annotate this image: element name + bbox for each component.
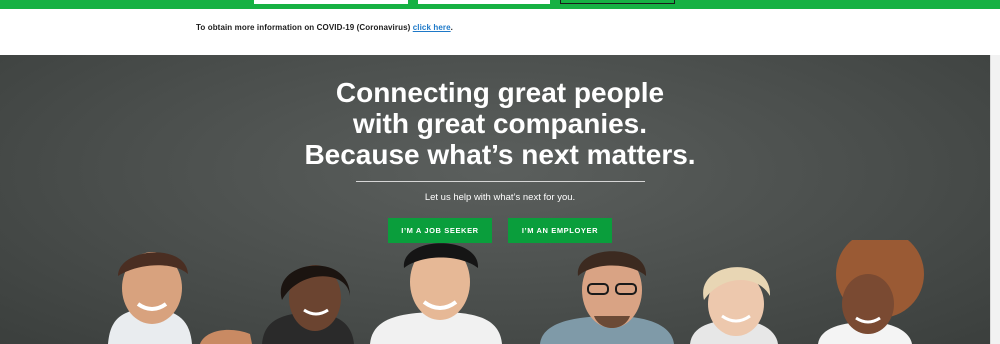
- nav-location-field[interactable]: [418, 0, 550, 4]
- person-1: [108, 252, 252, 344]
- page-scrollbar[interactable]: [990, 55, 1000, 344]
- hero-headline-line-1: Connecting great people: [335, 77, 665, 108]
- hero-headline-line-2: with great companies.: [352, 108, 648, 139]
- nav-search-button[interactable]: [560, 0, 675, 4]
- nav-search-field[interactable]: [254, 0, 408, 4]
- person-6: [818, 240, 924, 344]
- person-3: [370, 243, 502, 344]
- person-5: [690, 267, 778, 344]
- hero-headline-line-3: Because what’s next matters.: [304, 139, 696, 170]
- top-nav-bar: [0, 0, 1000, 9]
- person-4: [540, 251, 674, 344]
- person-2: [262, 265, 354, 344]
- covid-info-link[interactable]: click here: [413, 23, 451, 32]
- covid-notice-text: To obtain more information on COVID-19 (…: [196, 23, 453, 32]
- covid-notice-bar: To obtain more information on COVID-19 (…: [0, 9, 1000, 55]
- hero-section: Connecting great people with great compa…: [0, 55, 990, 344]
- hero-subtext: Let us help with what’s next for you.: [424, 192, 576, 203]
- hero-headline: Connecting great people with great compa…: [0, 77, 990, 170]
- hero-divider: [356, 181, 645, 182]
- people-photo-illustration: [108, 240, 924, 344]
